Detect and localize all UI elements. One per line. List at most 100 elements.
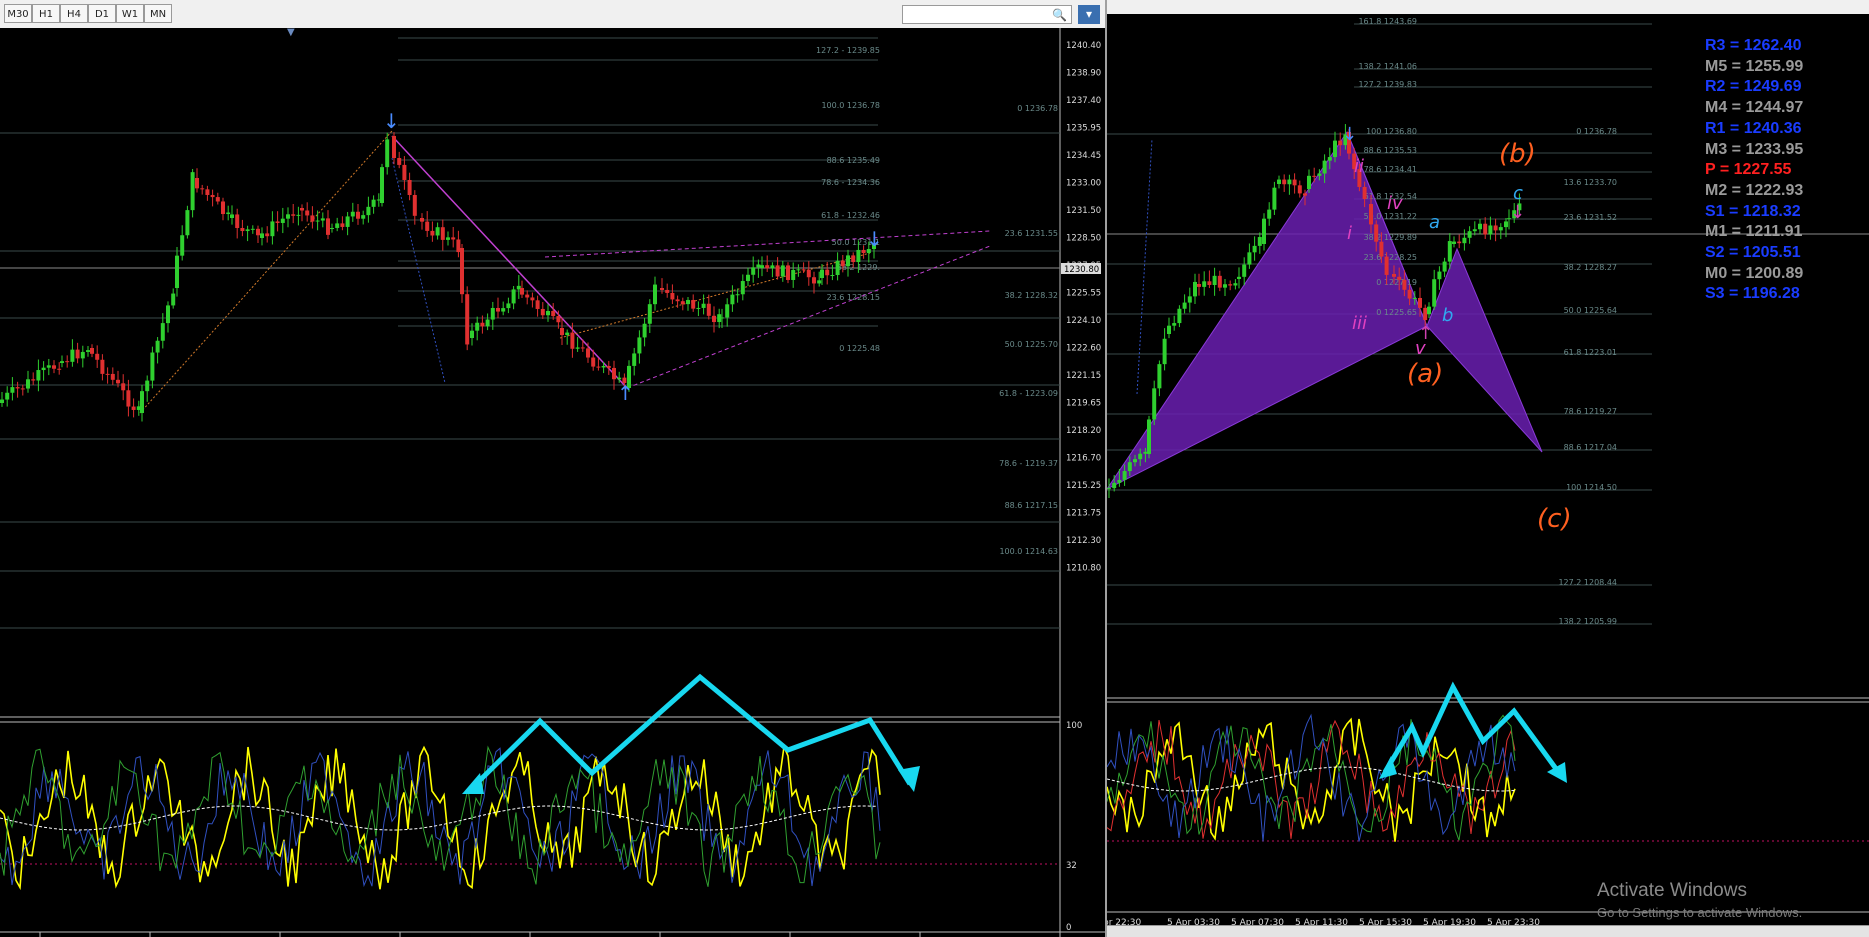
candle — [551, 311, 556, 317]
candle — [1462, 237, 1467, 244]
price-tick-label: 1221.15 — [1066, 371, 1101, 381]
candle — [435, 227, 440, 236]
candle — [1138, 453, 1143, 460]
candle — [1152, 388, 1157, 420]
candle — [195, 178, 199, 189]
candle — [1374, 224, 1379, 242]
fib-level-label: 61.8 - 1232.46 — [821, 211, 880, 220]
candle — [835, 260, 840, 276]
candle — [126, 390, 131, 407]
fib-level-label: 138.2 1205.99 — [1558, 617, 1617, 626]
tf-d1-button[interactable]: D1 — [88, 4, 116, 23]
down-arrow-icon: ↓ — [383, 109, 400, 133]
fib-level-label: 88.6 1217.04 — [1564, 443, 1617, 452]
wave-iv-label: iv — [1387, 193, 1403, 214]
tf-w1-button[interactable]: W1 — [116, 4, 144, 23]
wave-i-label: i — [1347, 223, 1352, 244]
fib-level-label: 23.6 1231.52 — [1564, 213, 1617, 222]
candle — [392, 136, 396, 159]
candle — [1384, 256, 1389, 275]
tf-mn-button[interactable]: MN — [144, 4, 172, 23]
fib-level-label: 78.6 - 1234.36 — [821, 178, 880, 187]
candle — [612, 367, 616, 380]
candle — [36, 370, 41, 381]
candle — [760, 265, 764, 268]
candle — [801, 269, 806, 271]
price-tick-label: 1212.30 — [1066, 536, 1101, 546]
candle — [1182, 302, 1187, 309]
candle — [1504, 221, 1508, 228]
candle — [1423, 307, 1428, 321]
candle — [1407, 289, 1412, 299]
candle — [185, 210, 190, 236]
left-price-chart[interactable]: 127.2 - 1239.85 100.0 1236.78 88.6 1235.49… — [0, 28, 1105, 937]
candle — [190, 172, 195, 211]
candle — [210, 194, 215, 198]
candle — [256, 228, 260, 236]
candle — [540, 308, 545, 316]
tf-m30-button[interactable]: M30 — [4, 4, 32, 23]
osc-tick-label: 0 — [1066, 923, 1071, 933]
candle — [46, 365, 51, 368]
tf-h4-button[interactable]: H4 — [60, 4, 88, 23]
candle — [385, 139, 390, 168]
candle — [1498, 227, 1503, 231]
fib-level-label: 0 1225.48 — [839, 344, 880, 353]
search-input[interactable]: 🔍 — [902, 5, 1072, 24]
candle — [160, 323, 165, 341]
candle — [345, 216, 350, 227]
right-window-header — [1107, 0, 1869, 15]
candle — [150, 352, 155, 381]
candle — [412, 195, 417, 216]
candle — [535, 300, 540, 309]
wave-ii-label: ii — [1354, 156, 1364, 177]
left-chart-window[interactable]: M30 H1 H4 D1 W1 MN 🔍 ▾ 127.2 - 1239.85 1… — [0, 0, 1105, 937]
fib-level-label: 78.6 - 1219.37 — [999, 459, 1058, 468]
candle — [0, 399, 4, 403]
candle — [65, 361, 70, 363]
fib-level-label: 100.0 1236.78 — [821, 101, 880, 110]
pivot-level-label: M1 = 1211.91 — [1705, 223, 1803, 241]
chart-tabs-bar[interactable] — [1107, 925, 1869, 937]
candle — [110, 373, 115, 380]
price-tick-label: 1219.65 — [1066, 399, 1101, 409]
candle — [215, 197, 220, 202]
candle — [1452, 241, 1456, 244]
wave-b-major-label: (b) — [1499, 139, 1536, 169]
candle — [305, 210, 310, 216]
candle — [696, 307, 701, 309]
candle — [451, 237, 456, 240]
candle — [720, 317, 724, 319]
price-tick-label: 1228.50 — [1066, 234, 1101, 244]
candle — [180, 235, 185, 256]
candle — [20, 388, 25, 390]
tf-h1-button[interactable]: H1 — [32, 4, 60, 23]
fib-level-label: 23.6 1228.25 — [1364, 253, 1417, 262]
candle — [95, 353, 100, 360]
price-tick-label: 1224.10 — [1066, 316, 1101, 326]
candle — [380, 167, 384, 203]
candle — [250, 228, 255, 230]
candle — [1483, 223, 1488, 235]
fib-level-label: 0 1236.78 — [1017, 104, 1058, 113]
candle — [686, 299, 690, 305]
pivot-level-label: S3 = 1196.28 — [1705, 285, 1800, 303]
menu-icon[interactable]: ▾ — [1078, 5, 1100, 24]
candle — [1312, 175, 1317, 177]
candle — [60, 361, 64, 363]
candle — [680, 301, 685, 305]
pivot-level-label: M0 = 1200.89 — [1705, 264, 1804, 282]
candle — [1157, 364, 1162, 389]
candle — [420, 218, 424, 222]
candle — [1402, 279, 1407, 290]
candle — [166, 305, 170, 324]
candle — [746, 274, 750, 282]
search-icon[interactable]: 🔍 — [1052, 8, 1067, 22]
fib-level-label: 100.0 1214.63 — [999, 547, 1058, 556]
candle — [1272, 187, 1277, 210]
fib-level-label: 88.6 1217.15 — [1005, 501, 1058, 510]
candle — [1242, 264, 1247, 277]
candle — [1257, 237, 1262, 246]
candle — [1223, 284, 1227, 288]
candle — [300, 208, 304, 211]
